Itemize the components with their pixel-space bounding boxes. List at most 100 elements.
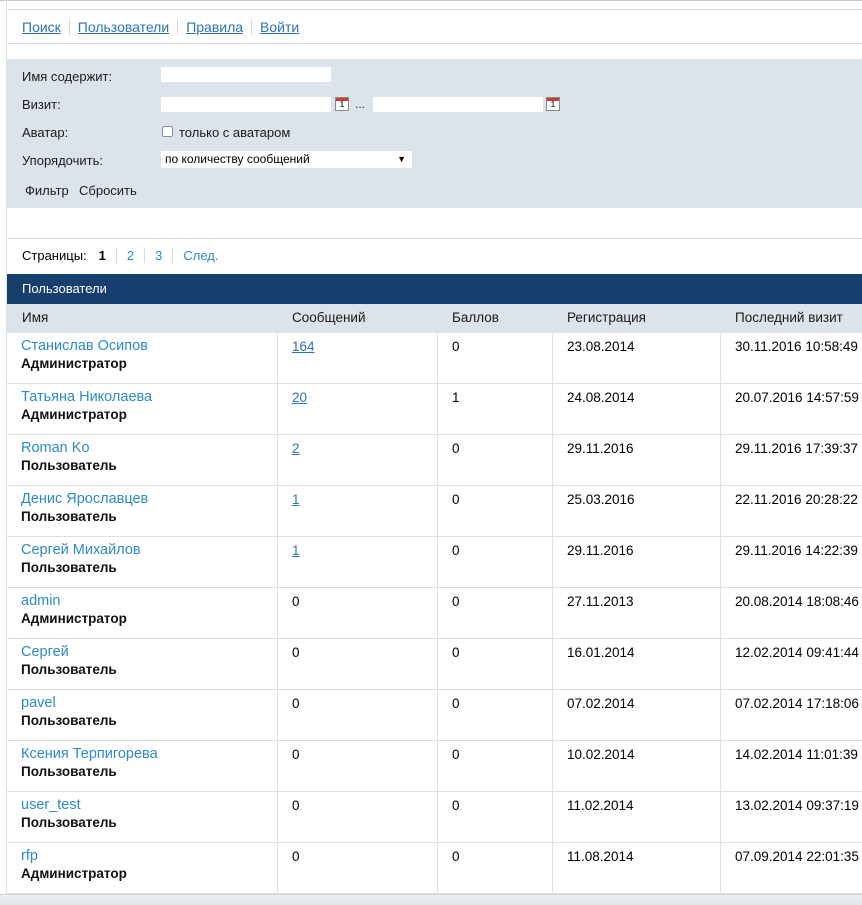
table-row: Сергей Пользователь 0 0 16.01.2014 12.02…: [7, 639, 862, 690]
column-divider: [437, 690, 438, 740]
user-name-link[interactable]: Сергей Михайлов: [21, 542, 141, 558]
pager-inner: Страницы: 1 2 3 След.: [22, 248, 218, 263]
user-name-link[interactable]: Ксения Терпигорева: [21, 746, 158, 762]
user-cell: pavel Пользователь: [21, 695, 117, 728]
column-divider: [437, 333, 438, 383]
calendar-icon[interactable]: 1: [335, 97, 349, 111]
posts-cell: 0: [292, 849, 300, 864]
posts-cell: 0: [292, 747, 300, 762]
table-row: admin Администратор 0 0 27.11.2013 20.08…: [7, 588, 862, 639]
nav-link-login[interactable]: Войти: [260, 18, 299, 36]
user-name-link[interactable]: admin: [21, 593, 127, 609]
table-row: rfp Администратор 0 0 11.08.2014 07.09.2…: [7, 843, 862, 894]
calendar-glyph: 1: [339, 100, 345, 109]
visit-to-input[interactable]: [373, 97, 543, 112]
user-role: Администратор: [21, 407, 127, 422]
posts-count-link[interactable]: 20: [292, 390, 307, 405]
user-name-link[interactable]: pavel: [21, 695, 117, 711]
points-cell: 0: [452, 543, 460, 558]
name-input[interactable]: [161, 67, 331, 82]
points-cell: 0: [452, 492, 460, 507]
user-cell: Денис Ярославцев Пользователь: [21, 491, 148, 524]
posts-cell: 0: [292, 645, 300, 660]
bottom-scroll-strip: [0, 894, 862, 905]
table-row: Станислав Осипов Администратор 164 0 23.…: [7, 333, 862, 384]
name-label: Имя содержит:: [22, 69, 113, 84]
visit-from-input[interactable]: [161, 97, 331, 112]
table-title-bar: Пользователи: [7, 274, 862, 304]
registered-cell: 29.11.2016: [567, 441, 634, 456]
calendar-icon[interactable]: 1: [546, 97, 560, 111]
last-visit-cell: 30.11.2016 10:58:49: [735, 339, 858, 354]
order-select[interactable]: по количеству сообщений ▼: [161, 151, 412, 168]
page-link-3[interactable]: 3: [155, 248, 162, 263]
column-header-points[interactable]: Баллов: [452, 310, 499, 325]
page-link-2[interactable]: 2: [127, 248, 134, 263]
posts-cell: 2: [292, 441, 300, 456]
column-divider: [277, 843, 278, 893]
column-divider: [277, 690, 278, 740]
column-divider: [552, 843, 553, 893]
registered-cell: 23.08.2014: [567, 339, 635, 354]
user-name-link[interactable]: Roman Ko: [21, 440, 117, 456]
column-divider: [720, 741, 721, 791]
table-row: Roman Ko Пользователь 2 0 29.11.2016 29.…: [7, 435, 862, 486]
posts-count-link[interactable]: 1: [292, 543, 300, 558]
column-divider: [277, 384, 278, 434]
column-divider: [720, 588, 721, 638]
pager-label: Страницы:: [22, 248, 87, 263]
user-name-link[interactable]: rfp: [21, 848, 127, 864]
column-divider: [720, 690, 721, 740]
column-header-registered[interactable]: Регистрация: [567, 310, 646, 325]
user-cell: Станислав Осипов Администратор: [21, 338, 148, 371]
points-cell: 0: [452, 747, 460, 762]
reset-button[interactable]: Сбросить: [79, 183, 137, 198]
points-cell: 0: [452, 441, 460, 456]
avatar-checkbox[interactable]: [162, 126, 173, 137]
column-header-posts[interactable]: Сообщений: [292, 310, 366, 325]
last-visit-cell: 29.11.2016 17:39:37: [735, 441, 858, 456]
visit-label: Визит:: [22, 97, 61, 112]
last-visit-cell: 14.02.2014 11:01:39: [735, 747, 858, 762]
column-divider: [552, 588, 553, 638]
column-divider: [277, 639, 278, 689]
points-cell: 0: [452, 849, 460, 864]
column-divider: [437, 639, 438, 689]
user-name-link[interactable]: Татьяна Николаева: [21, 389, 152, 405]
table-row: Татьяна Николаева Администратор 20 1 24.…: [7, 384, 862, 435]
column-divider: [437, 588, 438, 638]
user-role: Пользователь: [21, 560, 117, 575]
user-name-link[interactable]: Сергей: [21, 644, 117, 660]
column-header-last-visit[interactable]: Последний визит: [735, 310, 843, 325]
posts-count: 0: [292, 696, 300, 711]
nav-link-rules[interactable]: Правила: [186, 18, 243, 36]
user-name-link[interactable]: Денис Ярославцев: [21, 491, 148, 507]
column-divider: [277, 435, 278, 485]
posts-cell: 0: [292, 798, 300, 813]
pager-separator: [144, 248, 146, 263]
column-divider: [277, 537, 278, 587]
nav-link-search[interactable]: Поиск: [22, 18, 61, 36]
posts-count: 0: [292, 594, 300, 609]
posts-count-link[interactable]: 164: [292, 339, 315, 354]
column-header-name[interactable]: Имя: [22, 310, 48, 325]
user-name-link[interactable]: Станислав Осипов: [21, 338, 148, 354]
user-cell: admin Администратор: [21, 593, 127, 626]
registered-cell: 07.02.2014: [567, 696, 635, 711]
column-divider: [720, 486, 721, 536]
posts-count: 0: [292, 747, 300, 762]
last-visit-cell: 07.09.2014 22:01:35: [735, 849, 859, 864]
nav-link-users[interactable]: Пользователи: [78, 18, 169, 36]
table-body: Станислав Осипов Администратор 164 0 23.…: [7, 333, 862, 894]
page-link-next[interactable]: След.: [183, 248, 218, 263]
column-divider: [437, 435, 438, 485]
posts-count-link[interactable]: 2: [292, 441, 300, 456]
posts-count-link[interactable]: 1: [292, 492, 300, 507]
user-role: Администратор: [21, 611, 127, 626]
user-name-link[interactable]: user_test: [21, 797, 117, 813]
filter-button[interactable]: Фильтр: [25, 183, 69, 198]
column-divider: [277, 792, 278, 842]
column-divider: [720, 333, 721, 383]
column-divider: [552, 537, 553, 587]
table-title: Пользователи: [22, 281, 107, 296]
